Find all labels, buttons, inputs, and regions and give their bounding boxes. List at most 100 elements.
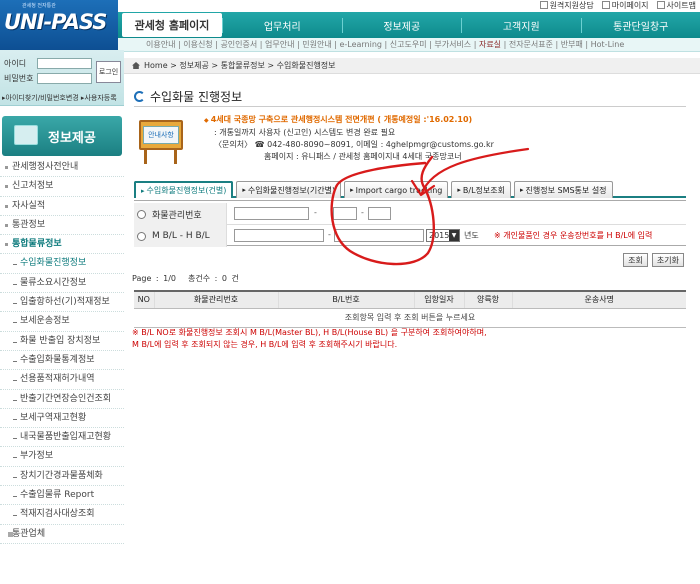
sidebar-item[interactable]: 통관정보 [0,216,124,236]
breadcrumb-info[interactable]: 정보제공 [179,61,208,70]
notice-homepage: 홈페이지 : 유니패스 / 관세청 홈페이지내 4세대 국종망코너 [264,152,462,161]
sidebar-item[interactable]: 부가정보 [0,447,124,467]
col-no: NO [134,290,155,309]
table-row: 조회항목 입력 후 조회 버튼을 누르세요 [134,308,686,328]
board-leg [144,150,147,164]
title-bullet-icon [134,91,145,102]
separator-dash: - [361,208,364,217]
subnav-links-left[interactable]: 이용안내 | 이용신청 | 공인인증서 | 업무안내 | 민원안내 | e-Le… [146,40,479,49]
tab-sms-settings[interactable]: 진행정보 SMS통보 설정 [514,181,613,198]
unipass-logo[interactable]: 관세청 전자통관 UNI-PASS [0,0,118,50]
logo-text: UNI-PASS [4,10,107,34]
sidebar-item[interactable]: 장치기간경과물품체화 [0,467,124,487]
nav-business[interactable]: 업무처리 [222,17,342,33]
breadcrumb-home[interactable]: Home [144,61,168,70]
separator-dash: - [314,208,317,217]
col-arrival-date: 입항일자 [414,290,465,309]
title-divider [134,106,686,107]
sidebar-item[interactable]: 통관업체 [0,525,124,544]
sidebar-item[interactable]: 입출항하선(기)적재정보 [0,293,124,313]
util-link-mypage[interactable]: 마이페이지 [601,0,649,12]
home-icon[interactable] [132,62,140,69]
main-navigation: 관세청 홈페이지 업무처리 정보제공 고객지원 통관단일창구 [118,12,700,38]
table-header-row: NO 화물관리번호 B/L번호 입항일자 양륙항 운송사명 [134,290,686,309]
folder-icon [14,125,38,145]
sidebar-item[interactable]: 신고처정보 [0,177,124,197]
nav-customer-support[interactable]: 고객지원 [461,17,581,33]
sub-navigation[interactable]: 이용안내 | 이용신청 | 공인인증서 | 업무안내 | 민원안내 | e-Le… [118,38,700,52]
sidebar-title: 정보제공 [2,116,122,156]
result-count: Page : 1/0 총건수 : 0 건 [132,273,239,284]
total-count: 총건수 : 0 건 [188,274,239,283]
reset-button[interactable]: 초기화 [651,253,684,267]
page-indicator: Page : 1/0 [132,274,177,283]
sidebar-item[interactable]: 통합물류정보 [0,235,124,255]
tab-import-cargo-tracking[interactable]: Import cargo tracking [344,181,449,198]
sidebar-item[interactable]: 수입화물진행정보 [0,254,124,274]
col-cargo-number: 화물관리번호 [154,290,279,309]
chevron-down-icon[interactable]: ▼ [449,230,459,241]
util-link-sitemap[interactable]: 사이트맵 [656,0,696,12]
col-unloading-port: 양륙항 [464,290,513,309]
login-button[interactable]: 로그인 [96,61,121,83]
breadcrumb: Home > 정보제공 > 통합물류정보 > 수입화물진행정보 [124,58,700,74]
sidebar-item[interactable]: 선용품적재허가내역 [0,370,124,390]
breadcrumb-current: 수입화물진행정보 [276,61,336,70]
id-input[interactable] [37,58,92,69]
notice-line: : 개통일까지 사용자 (신고인) 시스템도 변경 완료 필요 [214,128,396,137]
login-links[interactable]: ▸아이디찾기/비밀번호변경 ▸사용자등록 [2,93,117,103]
password-input[interactable] [37,73,92,84]
login-box: 아이디 비밀번호 로그인 ▸아이디찾기/비밀번호변경 ▸사용자등록 [0,50,124,106]
bl-number-row: M B/L - H B/L - 2015 ▼ 년도 ※ 개인물품인 경우 운송장… [134,225,686,247]
sidebar-item[interactable]: 반출기간연장승인건조회 [0,390,124,409]
notice-board-label: 안내사항 [143,126,179,144]
sidebar-item[interactable]: 수출입물류 Report [0,486,124,506]
sidebar-item[interactable]: 자사실적 [0,197,124,216]
mypage-icon [601,1,610,9]
subnav-link-archive[interactable]: 자료실 [479,40,501,49]
sidebar-item[interactable]: 관세행정사전안내 [0,158,124,178]
bl-number-label-cell: M B/L - H B/L [134,225,227,247]
cargo-number-input-1[interactable] [234,207,309,220]
house-bl-input[interactable] [334,229,424,242]
bl-number-radio[interactable] [137,231,146,241]
year-unit: 년도 [464,231,479,240]
results-table: NO 화물관리번호 B/L번호 입항일자 양륙항 운송사명 조회항목 입력 후 … [134,290,686,328]
master-bl-input[interactable] [234,229,324,242]
cargo-number-label: 화물관리번호 [152,210,202,221]
nav-single-window[interactable]: 통관단일창구 [580,17,700,33]
sidebar-item[interactable]: 물류소요시간정보 [0,274,124,294]
cargo-number-input-3[interactable] [368,207,391,220]
sidebar-item[interactable]: 화물 반출입 장치정보 [0,332,124,351]
id-label: 아이디 [4,59,27,68]
tab-by-case[interactable]: 수입화물진행정보(건별) [134,181,234,198]
nav-information[interactable]: 정보제공 [341,17,462,33]
col-bl-number: B/L번호 [278,290,415,309]
tab-bar: 수입화물진행정보(건별) 수입화물진행정보(기간별) Import cargo … [134,181,686,198]
search-button[interactable]: 조회 [623,253,648,267]
subnav-links-right[interactable]: | 전자문서표준 | 반부패 | Hot-Line [501,40,625,49]
tab-bl-info[interactable]: B/L정보조회 [451,181,511,198]
sidebar-item[interactable]: 보세구역재고현황 [0,409,124,429]
empty-message: 조회항목 입력 후 조회 버튼을 누르세요 [134,308,686,328]
bl-warning: ※ B/L NO로 화물진행정보 조회시 M B/L(Master BL), H… [132,327,487,350]
warning-line: ※ B/L NO로 화물진행정보 조회시 M B/L(Master BL), H… [132,328,487,337]
sidebar-item[interactable]: 수출입화물통계정보 [0,351,124,371]
form-buttons: 조회 초기화 [623,253,684,267]
cargo-number-radio[interactable] [137,209,146,219]
breadcrumb-logistics[interactable]: 통합물류정보 [221,61,265,70]
cargo-number-input-2[interactable] [333,207,357,220]
sidebar-menu: 관세행정사전안내 신고처정보 자사실적 통관정보 통합물류정보 수입화물진행정보 물류소요시… [0,158,124,544]
page-title: 수입화물 진행정보 [134,88,242,105]
customs-homepage-button[interactable]: 관세청 홈페이지 [122,13,222,37]
sidebar-item[interactable]: 보세운송정보 [0,312,124,332]
sidebar-item[interactable]: 적재지검사대상조회 [0,505,124,525]
util-link-remote-support[interactable]: 원격지원상담 [539,0,594,12]
board-frame: 안내사항 [139,120,183,150]
notice-contact: 〈문의처〉 ☎ 042-480-8090~8091, 이메일 : 4ghelpm… [214,140,494,149]
sidebar-item[interactable]: 내국물품반출입재고현황 [0,428,124,448]
year-select[interactable]: 2015 ▼ [426,229,460,242]
notice-board-icon: 안내사항 [136,120,188,164]
tab-by-period[interactable]: 수입화물진행정보(기간별) [236,181,342,198]
notice-headline: 4세대 국종망 구축으로 관세행정시스템 전면개편 ( 개통예정일 :'16.0… [204,114,494,127]
